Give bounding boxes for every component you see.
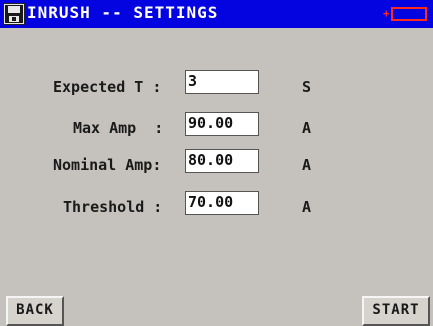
back-button[interactable]: BACK — [6, 296, 64, 326]
expected-t-unit: S — [302, 78, 312, 96]
floppy-disk-icon — [3, 3, 25, 25]
nominal-amp-input[interactable]: 80.00 — [185, 149, 259, 173]
window-title: INRUSH -- SETTINGS — [27, 3, 219, 22]
battery-icon: + — [383, 6, 428, 22]
max-amp-unit: A — [302, 119, 312, 137]
threshold-label: Threshold : — [63, 198, 163, 216]
nominal-amp-label: Nominal Amp: — [53, 156, 162, 174]
expected-t-label: Expected T : — [53, 78, 162, 96]
start-button[interactable]: START — [362, 296, 430, 326]
title-bar: INRUSH -- SETTINGS + — [0, 0, 433, 28]
battery-plus-symbol: + — [383, 7, 390, 20]
threshold-unit: A — [302, 198, 312, 216]
max-amp-label: Max Amp : — [73, 119, 164, 137]
max-amp-input[interactable]: 90.00 — [185, 112, 259, 136]
settings-screen: INRUSH -- SETTINGS + Expected T : 3 S Ma… — [0, 0, 433, 326]
threshold-input[interactable]: 70.00 — [185, 191, 259, 215]
nominal-amp-unit: A — [302, 156, 312, 174]
battery-body — [391, 7, 427, 21]
expected-t-input[interactable]: 3 — [185, 70, 259, 94]
